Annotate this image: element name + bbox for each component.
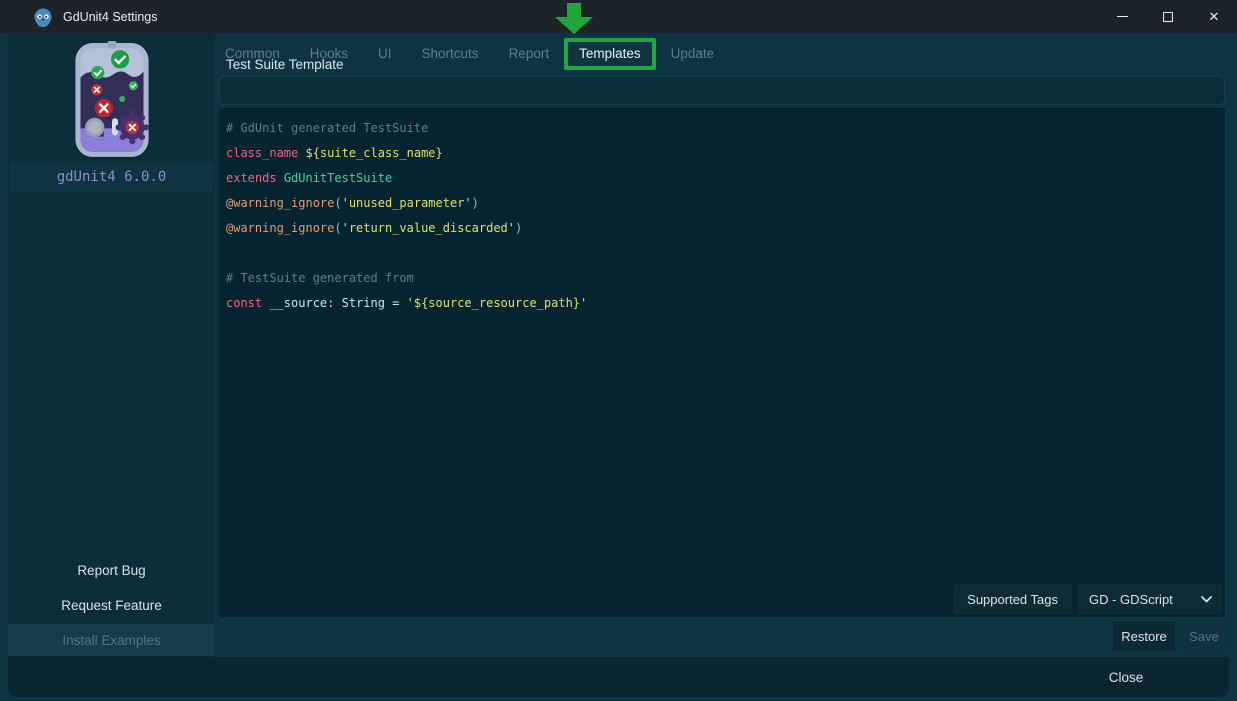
code-line: @warning_ignore('return_value_discarded'… xyxy=(226,216,1225,241)
save-button[interactable]: Save xyxy=(1183,621,1225,651)
report-bug-button[interactable]: Report Bug xyxy=(8,556,215,584)
gdunit4-logo xyxy=(60,41,164,163)
code-line: @warning_ignore('unused_parameter') xyxy=(226,191,1225,216)
version-badge: gdUnit4 6.0.0 xyxy=(10,161,213,192)
language-dropdown-value: GD - GDScript xyxy=(1089,592,1173,607)
window-title: GdUnit4 Settings xyxy=(63,10,158,24)
code-line: const __source: String = '${source_resou… xyxy=(226,291,1225,316)
close-dialog-button[interactable]: Close xyxy=(1086,664,1166,690)
version-label: gdUnit4 6.0.0 xyxy=(57,169,167,185)
tab-templates[interactable]: Templates xyxy=(564,38,656,70)
sidebar: gdUnit4 6.0.0 Report Bug Request Feature… xyxy=(8,33,215,657)
tab-shortcuts[interactable]: Shortcuts xyxy=(407,40,494,68)
supported-tags-button[interactable]: Supported Tags xyxy=(953,584,1072,615)
titlebar: GdUnit4 Settings ✕ xyxy=(0,0,1237,33)
code-line: class_name ${suite_class_name} xyxy=(226,141,1225,166)
tab-common[interactable]: Common xyxy=(210,40,295,68)
minimize-icon xyxy=(1117,16,1128,17)
close-window-button[interactable]: ✕ xyxy=(1191,0,1237,33)
gdunit4-settings-window: GdUnit4 Settings ✕ Common Hooks UI Short… xyxy=(0,0,1237,701)
install-examples-button[interactable]: Install Examples xyxy=(8,624,215,656)
close-icon: ✕ xyxy=(1209,10,1220,23)
settings-tab-bar: Common Hooks UI Shortcuts Report Templat… xyxy=(210,40,729,68)
tab-report[interactable]: Report xyxy=(494,40,565,68)
maximize-icon xyxy=(1163,12,1173,22)
tab-hooks[interactable]: Hooks xyxy=(295,40,363,68)
template-toolbar-panel xyxy=(219,76,1225,105)
tab-ui[interactable]: UI xyxy=(363,40,407,68)
tab-update[interactable]: Update xyxy=(656,40,730,68)
template-code-editor[interactable]: # GdUnit generated TestSuiteclass_name $… xyxy=(219,108,1225,617)
maximize-button[interactable] xyxy=(1145,0,1191,33)
window-controls: ✕ xyxy=(1099,0,1237,33)
code-line: extends GdUnitTestSuite xyxy=(226,166,1225,191)
minimize-button[interactable] xyxy=(1099,0,1145,33)
annotation-arrow-down-icon xyxy=(555,3,593,34)
godot-app-icon xyxy=(33,7,53,27)
code-area: # GdUnit generated TestSuiteclass_name $… xyxy=(219,108,1225,316)
code-line: # GdUnit generated TestSuite xyxy=(226,116,1225,141)
editor-footer: Supported Tags GD - GDScript xyxy=(953,584,1222,615)
dialog-bottom-bar: Close xyxy=(8,657,1229,697)
restore-button[interactable]: Restore xyxy=(1113,621,1175,651)
chevron-down-icon xyxy=(1201,596,1212,603)
language-dropdown[interactable]: GD - GDScript xyxy=(1077,584,1222,615)
request-feature-button[interactable]: Request Feature xyxy=(8,591,215,619)
code-line xyxy=(226,241,1225,266)
code-line: # TestSuite generated from xyxy=(226,266,1225,291)
